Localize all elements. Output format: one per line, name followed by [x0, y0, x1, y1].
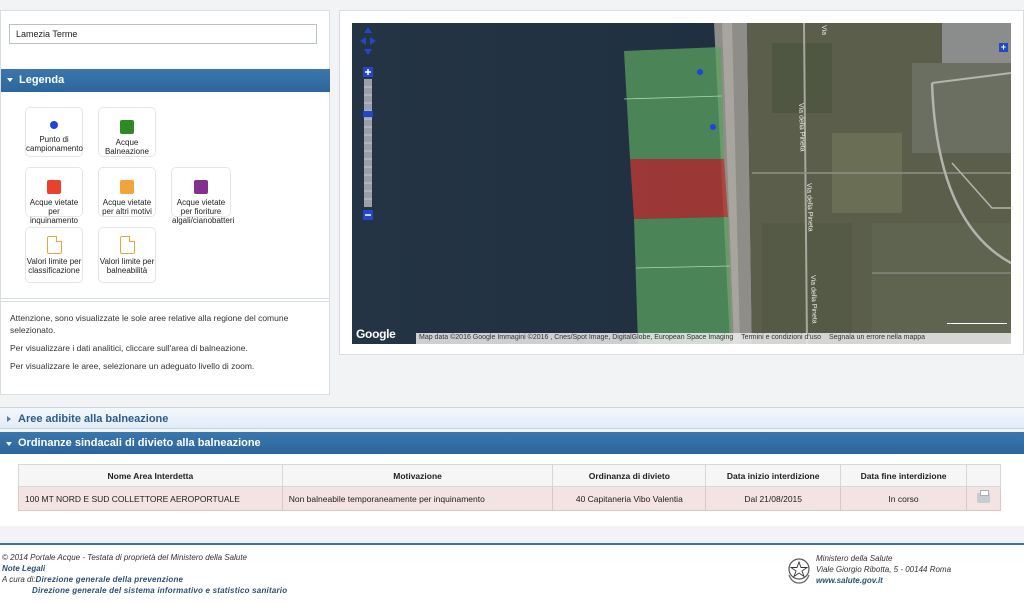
legend-item-label: Acque vietate per altri motivi — [102, 198, 152, 216]
map-panel: Via della Pineta Via della Pineta Via de… — [339, 10, 1024, 355]
info-text: Per visualizzare i dati analitici, clicc… — [10, 343, 248, 353]
legend-item-label: Acque Balneazione — [104, 138, 150, 156]
left-panel: Legenda Punto di campionamento Acque Bal… — [0, 10, 330, 395]
section-title: Aree adibite alla balneazione — [18, 413, 169, 425]
italian-republic-emblem-icon — [788, 558, 810, 584]
legend-body: Punto di campionamento Acque Balneazione… — [1, 92, 330, 299]
section-title: Ordinanze sindacali di divieto alla baln… — [18, 437, 261, 449]
print-icon[interactable] — [976, 489, 990, 503]
map-attribution-bar: Map data ©2016 Google Immagini ©2016 , C… — [416, 333, 1011, 344]
collapse-arrow-icon — [6, 442, 12, 446]
legend-item-label: Acque vietate per inquinamento — [29, 198, 79, 225]
column-header: Ordinanza di divieto — [552, 464, 707, 487]
legal-notes-link[interactable]: Note Legali — [2, 563, 287, 574]
map-imagery — [352, 23, 1011, 344]
legend-item-label: Punto di campionamento — [26, 135, 83, 153]
ordinances-body: Nome Area Interdetta Motivazione Ordinan… — [0, 454, 1024, 526]
column-header: Data fine interdizione — [840, 464, 967, 487]
map-scale-bar — [947, 321, 1007, 324]
legend-item-label: Valori limite per classificazione — [26, 257, 82, 275]
legend-item-label: Acque vietate per fioriture algali/ciano… — [172, 198, 235, 225]
legend-item-bathing-waters: Acque Balneazione — [98, 107, 156, 157]
legend-title: Legenda — [19, 74, 65, 86]
footer-ministry: Ministero della Salute Viale Giorgio Rib… — [786, 553, 986, 593]
directorate-information-link[interactable]: Direzione generale del sistema informati… — [2, 585, 287, 596]
info-text: Attenzione, sono visualizzate le sole ar… — [10, 313, 289, 335]
info-text: Per visualizzare le aree, selezionare un… — [10, 361, 255, 371]
map-zoom-slider[interactable] — [363, 67, 373, 220]
ministry-website-link[interactable]: www.salute.gov.it — [816, 575, 951, 586]
info-box: Attenzione, sono visualizzate le sole ar… — [1, 301, 330, 395]
google-logo: Google — [356, 327, 396, 341]
ministry-text: Ministero della Salute Viale Giorgio Rib… — [816, 553, 951, 586]
green-square-icon — [120, 120, 134, 134]
curated-by-label: A cura di: — [2, 575, 36, 584]
ordinances-table: Nome Area Interdetta Motivazione Ordinan… — [18, 464, 1002, 511]
footer-left: © 2014 Portale Acque - Testata di propri… — [2, 552, 287, 596]
print-cell — [965, 486, 1002, 511]
search-wrapper — [9, 24, 317, 44]
column-header — [965, 464, 1002, 487]
municipality-search-input[interactable] — [9, 24, 317, 44]
legend-item-pollution-ban: Acque vietate per inquinamento — [25, 167, 83, 225]
map-attribution: Map data ©2016 Google Immagini ©2016 , C… — [419, 334, 734, 341]
legend-header[interactable]: Legenda — [1, 69, 330, 92]
expand-arrow-icon — [7, 416, 11, 422]
legend-item-label: Valori limite per balneabilità — [99, 257, 155, 275]
column-header: Data inizio interdizione — [705, 464, 842, 487]
table-header-row: Nome Area Interdetta Motivazione Ordinan… — [18, 464, 1002, 487]
legend-item-sampling-point: Punto di campionamento — [25, 107, 83, 157]
directorate-prevention-link[interactable]: Direzione generale della prevenzione — [36, 575, 184, 584]
document-icon — [46, 236, 62, 254]
area-name-cell: 100 MT NORD E SUD COLLETTORE AEROPORTUAL… — [18, 486, 283, 511]
red-square-icon — [47, 180, 61, 194]
legend-item-bathing-limits[interactable]: Valori limite per balneabilità — [98, 227, 156, 283]
terms-link[interactable]: Termini e condizioni d'uso — [741, 334, 821, 341]
ordinance-cell: 40 Capitaneria Vibo Valentia — [552, 486, 707, 511]
legend-item-classification-limits[interactable]: Valori limite per classificazione — [25, 227, 83, 283]
purple-square-icon — [194, 180, 208, 194]
satellite-map[interactable]: Via della Pineta Via della Pineta Via de… — [352, 23, 1011, 344]
reason-cell: Non balneabile temporaneamente per inqui… — [281, 486, 554, 511]
start-date-cell: Dal 21/08/2015 — [705, 486, 842, 511]
document-icon — [119, 236, 135, 254]
ministry-address: Viale Giorgio Ribotta, 5 - 00144 Roma — [816, 565, 952, 574]
map-pan-control[interactable] — [360, 27, 376, 55]
ministry-name: Ministero della Salute — [816, 554, 893, 563]
road-label: Via — [820, 25, 828, 36]
collapse-arrow-icon — [7, 78, 13, 82]
end-date-cell: In corso — [840, 486, 967, 511]
legend-item-algae-ban: Acque vietate per fioriture algali/ciano… — [171, 167, 234, 225]
blue-dot-icon — [50, 121, 58, 129]
report-error-link[interactable]: Segnala un errore nella mappa — [829, 334, 925, 341]
footer: © 2014 Portale Acque - Testata di propri… — [0, 545, 1024, 604]
table-row[interactable]: 100 MT NORD E SUD COLLETTORE AEROPORTUAL… — [18, 486, 1002, 511]
overview-toggle-icon[interactable]: + — [999, 43, 1008, 52]
orange-square-icon — [120, 180, 134, 194]
section-bathing-areas[interactable]: Aree adibite alla balneazione — [0, 407, 1024, 429]
column-header: Motivazione — [281, 464, 554, 487]
copyright-text: © 2014 Portale Acque - Testata di propri… — [2, 553, 247, 562]
section-ordinances[interactable]: Ordinanze sindacali di divieto alla baln… — [0, 432, 1024, 454]
column-header: Nome Area Interdetta — [18, 464, 283, 487]
legend-item-other-ban: Acque vietate per altri motivi — [98, 167, 156, 217]
